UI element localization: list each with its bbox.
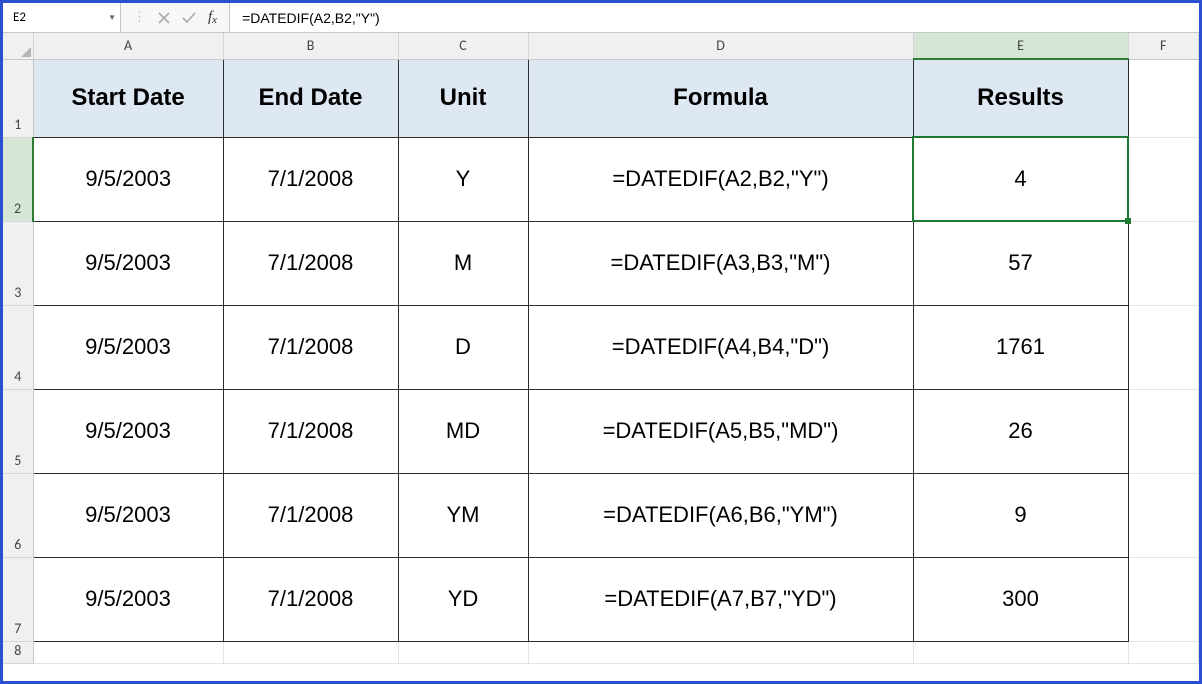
table-row: 4 9/5/2003 7/1/2008 D =DATEDIF(A4,B4,"D"… (3, 305, 1199, 389)
empty-cell[interactable] (1128, 641, 1199, 663)
table-row: 5 9/5/2003 7/1/2008 MD =DATEDIF(A5,B5,"M… (3, 389, 1199, 473)
table-row: 6 9/5/2003 7/1/2008 YM =DATEDIF(A6,B6,"Y… (3, 473, 1199, 557)
data-cell[interactable]: =DATEDIF(A6,B6,"YM") (528, 473, 913, 557)
formula-input[interactable] (240, 9, 1189, 27)
empty-cell[interactable] (223, 641, 398, 663)
column-header[interactable]: D (528, 33, 913, 59)
header-cell[interactable]: Results (913, 59, 1128, 137)
column-header[interactable]: A (33, 33, 223, 59)
data-cell[interactable]: =DATEDIF(A5,B5,"MD") (528, 389, 913, 473)
data-cell[interactable]: 9/5/2003 (33, 473, 223, 557)
empty-cell[interactable] (33, 641, 223, 663)
formula-bar: ▼ ⋮ fx (3, 3, 1199, 33)
data-cell[interactable]: =DATEDIF(A4,B4,"D") (528, 305, 913, 389)
column-header-row: A B C D E F (3, 33, 1199, 59)
empty-cell[interactable] (1128, 557, 1199, 641)
cancel-icon[interactable] (158, 12, 170, 24)
insert-function-icon[interactable]: fx (208, 9, 217, 26)
empty-cell[interactable] (1128, 305, 1199, 389)
data-cell[interactable]: 7/1/2008 (223, 221, 398, 305)
table-row: 3 9/5/2003 7/1/2008 M =DATEDIF(A3,B3,"M"… (3, 221, 1199, 305)
data-cell[interactable]: 9/5/2003 (33, 221, 223, 305)
data-cell[interactable]: 1761 (913, 305, 1128, 389)
data-cell[interactable]: 9/5/2003 (33, 389, 223, 473)
formula-input-wrap[interactable] (230, 3, 1199, 32)
data-cell[interactable]: 57 (913, 221, 1128, 305)
data-cell[interactable]: 7/1/2008 (223, 557, 398, 641)
data-cell[interactable]: 7/1/2008 (223, 389, 398, 473)
data-cell[interactable]: 9/5/2003 (33, 305, 223, 389)
data-cell[interactable]: YD (398, 557, 528, 641)
data-cell[interactable]: 9/5/2003 (33, 137, 223, 221)
separator-icon: ⋮ (133, 10, 146, 25)
data-cell[interactable]: 7/1/2008 (223, 305, 398, 389)
table-row: 7 9/5/2003 7/1/2008 YD =DATEDIF(A7,B7,"Y… (3, 557, 1199, 641)
column-header[interactable]: B (223, 33, 398, 59)
data-cell[interactable]: M (398, 221, 528, 305)
name-box[interactable]: ▼ (3, 3, 121, 32)
empty-cell[interactable] (1128, 389, 1199, 473)
data-cell[interactable]: =DATEDIF(A7,B7,"YD") (528, 557, 913, 641)
row-header[interactable]: 4 (3, 305, 33, 389)
formula-bar-buttons: ⋮ fx (121, 3, 230, 32)
row-header[interactable]: 8 (3, 641, 33, 663)
data-cell[interactable]: MD (398, 389, 528, 473)
data-cell[interactable]: 9 (913, 473, 1128, 557)
empty-cell[interactable] (1128, 137, 1199, 221)
data-cell[interactable]: 7/1/2008 (223, 137, 398, 221)
data-cell[interactable]: Y (398, 137, 528, 221)
worksheet-grid[interactable]: A B C D E F 1 Start Date End Date Unit F… (3, 33, 1199, 681)
empty-cell[interactable] (1128, 221, 1199, 305)
header-cell[interactable]: Formula (528, 59, 913, 137)
header-cell[interactable]: Unit (398, 59, 528, 137)
data-cell[interactable]: =DATEDIF(A2,B2,"Y") (528, 137, 913, 221)
empty-cell[interactable] (913, 641, 1128, 663)
row-header[interactable]: 5 (3, 389, 33, 473)
column-header[interactable]: C (398, 33, 528, 59)
data-cell[interactable]: 9/5/2003 (33, 557, 223, 641)
row-header[interactable]: 3 (3, 221, 33, 305)
header-cell[interactable]: Start Date (33, 59, 223, 137)
enter-icon[interactable] (182, 12, 196, 24)
name-box-input[interactable] (11, 9, 91, 26)
chevron-down-icon[interactable]: ▼ (108, 13, 116, 23)
table-row: 1 Start Date End Date Unit Formula Resul… (3, 59, 1199, 137)
column-header[interactable]: F (1128, 33, 1199, 59)
row-header[interactable]: 1 (3, 59, 33, 137)
table-row: 2 9/5/2003 7/1/2008 Y =DATEDIF(A2,B2,"Y"… (3, 137, 1199, 221)
header-cell[interactable]: End Date (223, 59, 398, 137)
empty-cell[interactable] (398, 641, 528, 663)
data-cell[interactable]: YM (398, 473, 528, 557)
row-header[interactable]: 6 (3, 473, 33, 557)
row-header[interactable]: 7 (3, 557, 33, 641)
select-all-corner[interactable] (3, 33, 33, 59)
data-cell[interactable]: =DATEDIF(A3,B3,"M") (528, 221, 913, 305)
selected-cell[interactable]: 4 (913, 137, 1128, 221)
data-cell[interactable]: 300 (913, 557, 1128, 641)
row-header[interactable]: 2 (3, 137, 33, 221)
empty-cell[interactable] (1128, 473, 1199, 557)
empty-cell[interactable] (528, 641, 913, 663)
table-row: 8 (3, 641, 1199, 663)
column-header[interactable]: E (913, 33, 1128, 59)
data-cell[interactable]: 26 (913, 389, 1128, 473)
data-cell[interactable]: D (398, 305, 528, 389)
data-cell[interactable]: 7/1/2008 (223, 473, 398, 557)
empty-cell[interactable] (1128, 59, 1199, 137)
